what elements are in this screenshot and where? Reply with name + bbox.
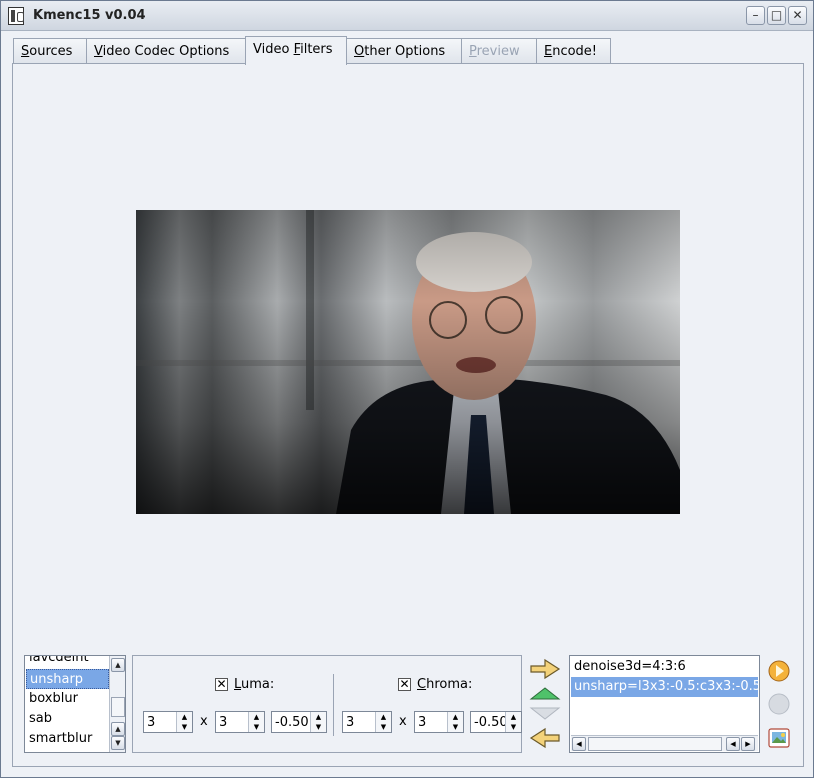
available-filters-list[interactable]: lavcdeint unsharp boxblur sab smartblur … xyxy=(24,655,126,753)
chroma-label: Chroma: xyxy=(417,677,473,692)
increment-icon[interactable]: ▲ xyxy=(448,712,463,722)
tab-preview: Preview xyxy=(461,38,537,64)
maximize-button[interactable]: □ xyxy=(767,6,786,25)
play-icon xyxy=(768,660,790,682)
video-preview-frame xyxy=(136,210,680,514)
tab-other-options[interactable]: Other Options xyxy=(346,38,462,64)
window-title: Kmenc15 v0.04 xyxy=(33,8,146,23)
applied-filters-list[interactable]: denoise3d=4:3:6 unsharp=l3x3:-0.5:c3x3:-… xyxy=(569,655,760,753)
increment-icon[interactable]: ▲ xyxy=(376,712,391,722)
decrement-icon[interactable]: ▼ xyxy=(506,722,521,732)
increment-icon[interactable]: ▲ xyxy=(249,712,264,722)
tab-sources[interactable]: Sources xyxy=(13,38,87,64)
record-button xyxy=(766,691,792,717)
list-item[interactable]: boxblur xyxy=(26,689,109,709)
scroll-thumb[interactable] xyxy=(111,697,125,717)
arrow-right-icon xyxy=(530,658,561,680)
chroma-amount-stepper[interactable]: -0.50 ▲ ▼ xyxy=(470,711,522,733)
list-item[interactable]: lavcdeint xyxy=(26,656,109,668)
tab-video-codec-options[interactable]: Video Codec Options xyxy=(86,38,246,64)
luma-checkbox[interactable]: ✕ xyxy=(215,678,228,691)
scroll-right-icon[interactable]: ▶ xyxy=(741,737,755,751)
image-icon xyxy=(768,728,790,748)
scroll-up-icon[interactable]: ▲ xyxy=(111,722,125,736)
add-filter-button[interactable] xyxy=(528,658,562,680)
luma-height-stepper[interactable]: 3 ▲ ▼ xyxy=(215,711,265,733)
scroll-down-icon[interactable]: ▼ xyxy=(111,736,125,750)
list-item[interactable]: sab xyxy=(26,709,109,729)
list-item-selected[interactable]: unsharp=l3x3:-0.5:c3x3:-0.5 xyxy=(571,677,758,697)
decrement-icon[interactable]: ▼ xyxy=(448,722,463,732)
decrement-icon[interactable]: ▼ xyxy=(311,722,326,732)
tab-video-filters[interactable]: Video Filters xyxy=(245,36,347,65)
scroll-up-icon[interactable]: ▲ xyxy=(111,658,125,672)
play-preview-button[interactable] xyxy=(766,657,792,683)
scroll-left-icon[interactable]: ◀ xyxy=(726,737,740,751)
vignette-overlay xyxy=(136,210,680,514)
increment-icon[interactable]: ▲ xyxy=(506,712,521,722)
horizontal-scrollbar[interactable]: ◀ ◀ ▶ xyxy=(571,735,758,751)
luma-width-stepper[interactable]: 3 ▲ ▼ xyxy=(143,711,193,733)
move-down-button[interactable] xyxy=(528,704,562,722)
film-icon xyxy=(8,7,24,25)
decrement-icon[interactable]: ▼ xyxy=(376,722,391,732)
vertical-scrollbar[interactable]: ▲ ▲ ▼ xyxy=(109,656,125,752)
app-window: Kmenc15 v0.04 – □ ✕ Sources Video Codec … xyxy=(0,0,814,778)
filter-parameters-group: ✕ Luma: ✕ Chroma: 3 ▲ ▼ x 3 ▲ ▼ -0.50 ▲ ▼ 3… xyxy=(132,655,522,753)
move-up-button[interactable] xyxy=(528,685,562,703)
tab-encode[interactable]: Encode! xyxy=(536,38,611,64)
luma-label: Luma: xyxy=(234,677,275,692)
scroll-left-icon[interactable]: ◀ xyxy=(572,737,586,751)
chroma-width-stepper[interactable]: 3 ▲ ▼ xyxy=(342,711,392,733)
arrow-up-icon xyxy=(529,687,561,700)
record-icon xyxy=(768,693,790,715)
times-label: x xyxy=(200,714,208,729)
arrow-left-icon xyxy=(529,727,560,749)
luma-amount-stepper[interactable]: -0.50 ▲ ▼ xyxy=(271,711,327,733)
title-bar[interactable]: Kmenc15 v0.04 – □ ✕ xyxy=(1,1,813,31)
minimize-button[interactable]: – xyxy=(746,6,765,25)
list-item[interactable]: smartblur xyxy=(26,729,109,749)
decrement-icon[interactable]: ▼ xyxy=(177,722,192,732)
list-item-selected[interactable]: unsharp xyxy=(26,669,109,689)
chroma-checkbox[interactable]: ✕ xyxy=(398,678,411,691)
remove-filter-button[interactable] xyxy=(528,727,562,749)
times-label: x xyxy=(399,714,407,729)
divider xyxy=(333,674,334,736)
increment-icon[interactable]: ▲ xyxy=(311,712,326,722)
increment-icon[interactable]: ▲ xyxy=(177,712,192,722)
chroma-height-stepper[interactable]: 3 ▲ ▼ xyxy=(414,711,464,733)
decrement-icon[interactable]: ▼ xyxy=(249,722,264,732)
list-item[interactable]: denoise3d=4:3:6 xyxy=(571,657,758,677)
close-button[interactable]: ✕ xyxy=(788,6,807,25)
arrow-down-icon xyxy=(529,707,561,720)
scroll-thumb[interactable] xyxy=(588,737,722,751)
snapshot-button[interactable] xyxy=(766,725,792,751)
